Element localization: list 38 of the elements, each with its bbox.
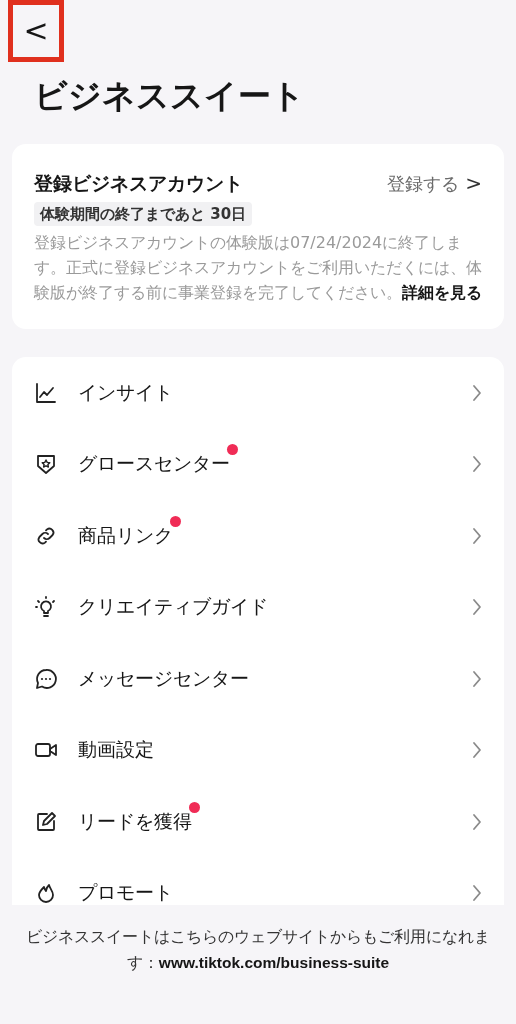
card-title: 登録ビジネスアカウント <box>34 170 243 196</box>
back-button[interactable]: < <box>8 0 64 62</box>
menu-item-label: リードを獲得 <box>78 807 192 836</box>
chevron-right-icon <box>472 526 482 545</box>
lightbulb-icon <box>34 595 58 620</box>
line-chart-icon <box>34 380 58 405</box>
shield-star-icon <box>34 452 58 477</box>
menu-item[interactable]: プロモート <box>12 857 504 905</box>
register-link[interactable]: 登録する > <box>387 168 482 198</box>
trial-badge: 体験期間の終了まであと 30日 <box>34 202 253 226</box>
chat-bubble-icon <box>34 666 58 691</box>
menu-item-label: メッセージセンター <box>78 666 249 691</box>
chevron-right-icon <box>472 383 482 402</box>
chevron-right-icon <box>472 455 482 474</box>
menu-item[interactable]: メッセージセンター <box>12 643 504 715</box>
menu-item[interactable]: 動画設定 <box>12 714 504 786</box>
menu-item[interactable]: リードを獲得 <box>12 786 504 858</box>
menu-item-label: クリエイティブガイド <box>78 595 268 620</box>
trial-description: 登録ビジネスアカウントの体験版は07/24/2024に終了します。正式に登録ビジネスアカウントをご利用いただくには、体験版が終了する前に事業登録を完了してください。詳細を見る <box>34 232 482 304</box>
menu-item[interactable]: インサイト <box>12 357 504 429</box>
chevron-right-icon <box>472 741 482 760</box>
footer-note: ビジネススイートはこちらのウェブサイトからもご利用になれます：www.tiktok.com/business-suite <box>25 927 491 974</box>
menu-item-label: プロモート <box>78 881 173 905</box>
menu-item-label: インサイト <box>78 380 173 405</box>
website-link[interactable]: www.tiktok.com/business-suite <box>158 954 390 971</box>
details-link[interactable]: 詳細を見る <box>402 283 482 302</box>
chevron-right-icon <box>472 812 482 831</box>
menu-item-label: 商品リンク <box>78 521 173 550</box>
menu-item-label: グロースセンター <box>78 450 230 479</box>
chevron-right-icon <box>472 598 482 617</box>
page-title: ビジネススイート <box>34 75 305 117</box>
menu-item[interactable]: クリエイティブガイド <box>12 571 504 643</box>
chevron-right-icon <box>472 669 482 688</box>
edit-icon <box>34 809 58 834</box>
menu-item-label: 動画設定 <box>78 738 154 763</box>
menu-item[interactable]: 商品リンク <box>12 500 504 572</box>
menu-item[interactable]: グロースセンター <box>12 428 504 500</box>
chevron-right-icon <box>472 884 482 903</box>
